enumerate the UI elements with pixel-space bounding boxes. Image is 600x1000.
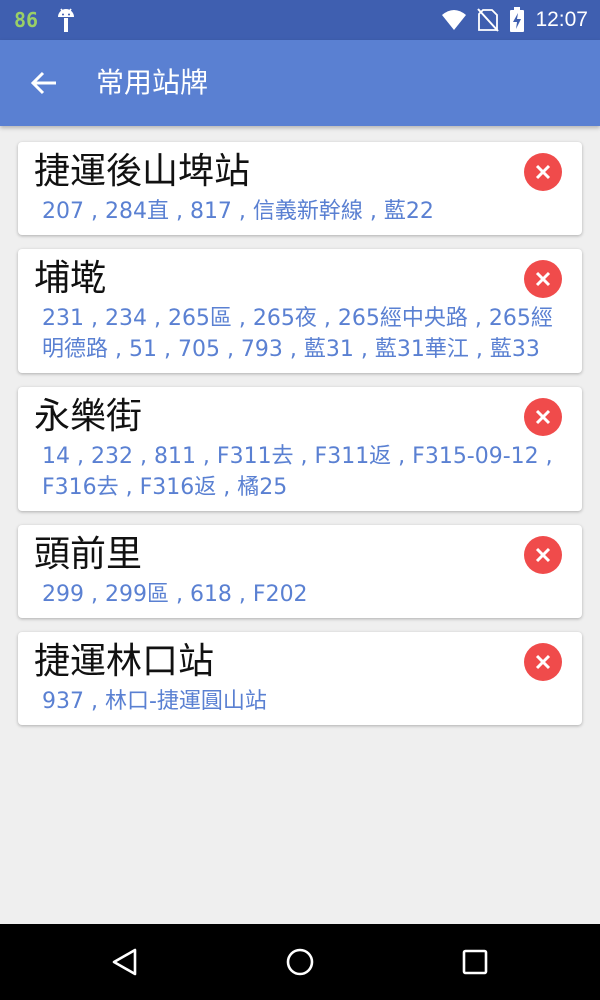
nav-back-button[interactable] — [99, 936, 151, 988]
stop-card[interactable]: 永樂街 14 , 232 , 811 , F311去 , F311返 , F31… — [18, 387, 582, 511]
favorite-stops-list: 捷運後山埤站 207 , 284直 , 817 , 信義新幹線 , 藍22 埔墘… — [18, 142, 582, 739]
delete-button[interactable] — [524, 536, 562, 574]
nav-recents-button[interactable] — [449, 936, 501, 988]
close-icon — [535, 271, 551, 287]
stop-name: 捷運後山埤站 — [34, 151, 251, 192]
stop-card[interactable]: 捷運林口站 937 , 林口-捷運圓山站 — [18, 632, 582, 725]
stop-card[interactable]: 埔墘 231 , 234 , 265區 , 265夜 , 265經中央路 , 2… — [18, 249, 582, 373]
status-time: 12:07 — [535, 8, 588, 31]
circle-home-icon — [286, 948, 314, 976]
back-button[interactable] — [14, 53, 74, 113]
stop-name: 永樂街 — [34, 396, 143, 437]
stop-card[interactable]: 頭前里 299 , 299區 , 618 , F202 — [18, 525, 582, 618]
stop-routes: 14 , 232 , 811 , F311去 , F311返 , F315-09… — [42, 444, 553, 500]
delete-button[interactable] — [524, 398, 562, 436]
close-icon — [535, 409, 551, 425]
stop-name: 頭前里 — [34, 534, 143, 575]
android-icon — [58, 8, 74, 32]
stop-card[interactable]: 捷運後山埤站 207 , 284直 , 817 , 信義新幹線 , 藍22 — [18, 142, 582, 235]
battery-charging-icon — [510, 7, 525, 32]
status-icons: 12:07 — [441, 6, 588, 34]
delete-button[interactable] — [524, 260, 562, 298]
square-recents-icon — [462, 949, 488, 975]
page-title: 常用站牌 — [96, 66, 209, 99]
nav-home-button[interactable] — [274, 936, 326, 988]
stop-routes: 231 , 234 , 265區 , 265夜 , 265經中央路 , 265經… — [42, 306, 553, 362]
stop-routes: 299 , 299區 , 618 , F202 — [42, 582, 308, 607]
status-bar: 86 12:07 — [0, 0, 600, 40]
close-icon — [535, 654, 551, 670]
app-bar: 常用站牌 — [0, 40, 600, 126]
notification-badge: 86 — [14, 8, 39, 32]
navigation-bar — [0, 924, 600, 1000]
close-icon — [535, 164, 551, 180]
wifi-icon — [442, 10, 467, 30]
stop-name: 埔墘 — [34, 258, 107, 299]
no-sim-icon — [477, 8, 500, 32]
triangle-back-icon — [112, 948, 137, 976]
stop-routes: 207 , 284直 , 817 , 信義新幹線 , 藍22 — [42, 199, 434, 224]
arrow-left-icon — [30, 71, 56, 95]
delete-button[interactable] — [524, 153, 562, 191]
stop-routes: 937 , 林口-捷運圓山站 — [42, 689, 267, 714]
delete-button[interactable] — [524, 643, 562, 681]
stop-name: 捷運林口站 — [34, 641, 215, 682]
close-icon — [535, 547, 551, 563]
